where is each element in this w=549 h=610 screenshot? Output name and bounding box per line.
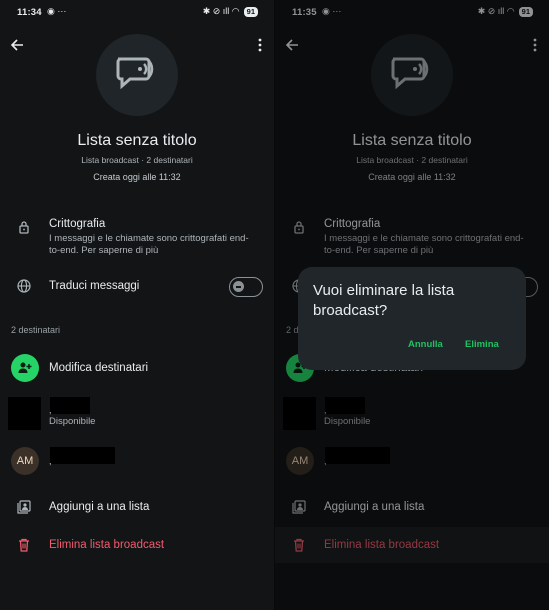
created-date: Creata oggi alle 11:32 bbox=[93, 172, 181, 182]
edit-recipients-avatar[interactable] bbox=[11, 354, 39, 382]
redacted-name bbox=[50, 397, 90, 414]
translate-toggle[interactable] bbox=[229, 277, 263, 297]
cancel-button[interactable]: Annulla bbox=[408, 339, 443, 350]
recipient-name[interactable]: , bbox=[49, 405, 52, 415]
redacted-name bbox=[50, 447, 115, 464]
system-icons: ✱ ⊘ ıll ◠ 91 bbox=[203, 6, 258, 17]
more-options-icon[interactable] bbox=[258, 38, 262, 52]
translate-label: Traduci messaggi bbox=[49, 280, 140, 292]
recipient-name[interactable]: , bbox=[49, 456, 52, 466]
status-bar: 11:34 ◉ ··· ✱ ⊘ ıll ◠ 91 bbox=[0, 5, 274, 21]
list-title: Lista senza titolo bbox=[77, 132, 197, 149]
confirm-delete-button[interactable]: Elimina bbox=[465, 339, 499, 350]
delete-broadcast-button[interactable]: Elimina lista broadcast bbox=[49, 539, 164, 551]
screen-delete-dialog: 11:35 ◉ ··· ✱ ⊘ ıll ◠ 91 Lista senza tit… bbox=[275, 0, 549, 610]
delete-confirm-dialog: Vuoi eliminare la lista broadcast? Annul… bbox=[298, 267, 526, 370]
list-subtitle: Lista broadcast · 2 destinatari bbox=[81, 155, 193, 165]
redacted-avatar bbox=[8, 397, 41, 430]
status-time: 11:34 bbox=[17, 7, 42, 18]
add-person-icon bbox=[18, 362, 32, 373]
notification-icons: ◉ ··· bbox=[47, 6, 67, 16]
add-to-list-icon bbox=[17, 500, 31, 514]
signal-icons: ✱ ⊘ ıll ◠ bbox=[202, 6, 240, 16]
add-to-list-button[interactable]: Aggiungi a una lista bbox=[49, 501, 149, 513]
toggle-knob bbox=[233, 281, 244, 292]
screen-broadcast-info: 11:34 ◉ ··· ✱ ⊘ ıll ◠ 91 Lista senza tit… bbox=[0, 0, 274, 610]
recipient-status: Disponibile bbox=[49, 416, 96, 427]
encryption-title[interactable]: Crittografia bbox=[49, 218, 105, 230]
battery-icon: 91 bbox=[243, 6, 258, 17]
back-arrow-icon[interactable] bbox=[10, 38, 24, 52]
recipient-avatar[interactable]: AM bbox=[11, 447, 39, 475]
lock-icon bbox=[19, 221, 29, 234]
broadcast-icon bbox=[116, 57, 154, 90]
broadcast-avatar bbox=[96, 34, 178, 116]
encryption-description[interactable]: I messaggi e le chiamate sono crittograf… bbox=[49, 233, 259, 257]
edit-recipients-label[interactable]: Modifica destinatari bbox=[49, 362, 148, 374]
dialog-title: Vuoi eliminare la lista broadcast? bbox=[313, 282, 455, 319]
globe-icon bbox=[17, 279, 31, 293]
recipients-header: 2 destinatari bbox=[11, 325, 61, 335]
trash-icon bbox=[19, 538, 29, 552]
